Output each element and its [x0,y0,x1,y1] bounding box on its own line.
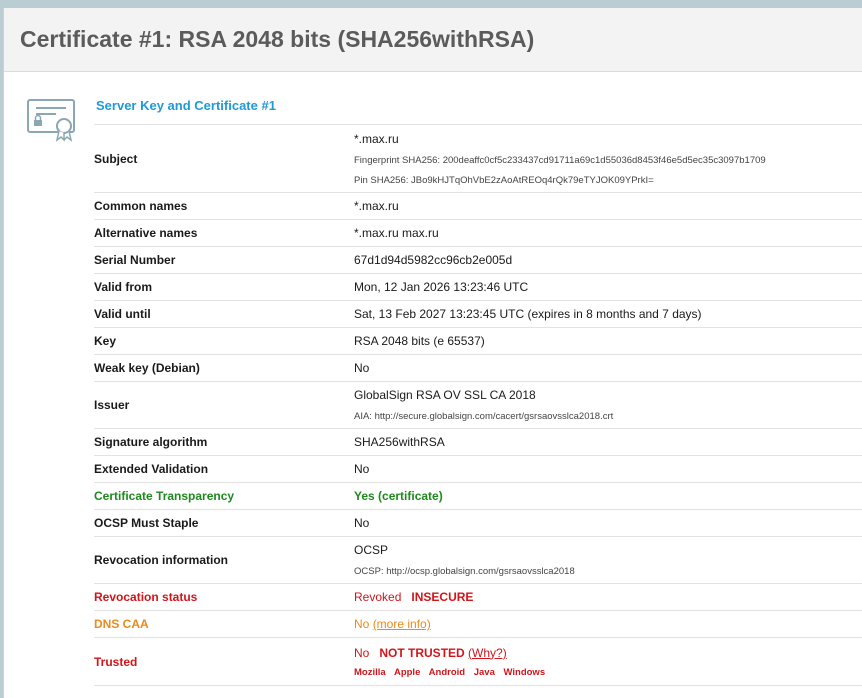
label-signature-algorithm: Signature algorithm [94,428,354,456]
row-alt-names: Alternative names *.max.ru max.ru [94,219,862,247]
value-alt-names: *.max.ru max.ru [354,219,862,247]
subject-fingerprint: Fingerprint SHA256: 200deaffc0cf5c233437… [354,154,766,166]
label-valid-until: Valid until [94,300,354,328]
platform-windows[interactable]: Windows [504,667,546,678]
value-serial: 67d1d94d5982cc96cb2e005d [354,246,862,274]
row-signature-algorithm: Signature algorithm SHA256withRSA [94,428,862,456]
value-weak-key: No [354,354,862,382]
label-revocation-status: Revocation status [94,583,354,611]
page-title: Certificate #1: RSA 2048 bits (SHA256wit… [20,26,535,52]
label-extended-validation: Extended Validation [94,455,354,483]
label-subject: Subject [94,124,354,193]
page-header: Certificate #1: RSA 2048 bits (SHA256wit… [4,8,862,72]
row-trusted: Trusted No NOT TRUSTED (Why?) Mozilla Ap… [94,637,862,686]
subject-pin: Pin SHA256: JBo9kHJTqOhVbE2zAoAtREOq4rQk… [354,174,654,186]
platform-java[interactable]: Java [474,667,495,678]
platform-mozilla[interactable]: Mozilla [354,667,386,678]
row-dns-caa: DNS CAA No (more info) [94,610,862,638]
trust-platforms: Mozilla Apple Android Java Windows [354,667,862,678]
value-valid-from: Mon, 12 Jan 2026 13:23:46 UTC [354,273,862,301]
row-key: Key RSA 2048 bits (e 65537) [94,327,862,355]
issuer-value: GlobalSign RSA OV SSL CA 2018 [354,388,536,402]
revocation-info-ocsp: OCSP: http://ocsp.globalsign.com/gsrsaov… [354,566,575,577]
label-key: Key [94,327,354,355]
row-subject: Subject *.max.ru Fingerprint SHA256: 200… [94,124,862,193]
value-revocation-information: OCSP OCSP: http://ocsp.globalsign.com/gs… [354,536,862,584]
value-common-names: *.max.ru [354,192,862,220]
row-valid-until: Valid until Sat, 13 Feb 2027 13:23:45 UT… [94,300,862,328]
label-valid-from: Valid from [94,273,354,301]
row-revocation-information: Revocation information OCSP OCSP: http:/… [94,536,862,584]
row-ocsp-must-staple: OCSP Must Staple No [94,509,862,537]
label-serial: Serial Number [94,246,354,274]
label-weak-key: Weak key (Debian) [94,354,354,382]
section-title: Server Key and Certificate #1 [96,98,276,113]
value-signature-algorithm: SHA256withRSA [354,428,862,456]
label-certificate-transparency: Certificate Transparency [94,482,354,510]
platform-apple[interactable]: Apple [394,667,420,678]
trusted-value: No [354,645,370,660]
value-subject: *.max.ru Fingerprint SHA256: 200deaffc0c… [354,124,862,193]
label-common-names: Common names [94,192,354,220]
value-revocation-status: Revoked INSECURE [354,583,862,611]
value-key: RSA 2048 bits (e 65537) [354,327,862,355]
revocation-info-value: OCSP [354,543,389,557]
issuer-aia: AIA: http://secure.globalsign.com/cacert… [354,411,614,422]
row-serial: Serial Number 67d1d94d5982cc96cb2e005d [94,246,862,274]
platform-android[interactable]: Android [429,667,465,678]
trusted-why-link[interactable]: (Why?) [468,646,507,660]
dns-caa-more-info-link[interactable]: (more info) [373,617,431,631]
row-certificate-transparency: Certificate Transparency Yes (certificat… [94,482,862,510]
value-issuer: GlobalSign RSA OV SSL CA 2018 AIA: http:… [354,381,862,429]
row-common-names: Common names *.max.ru [94,192,862,220]
label-alt-names: Alternative names [94,219,354,247]
report-frame: Certificate #1: RSA 2048 bits (SHA256wit… [3,8,862,698]
value-certificate-transparency: Yes (certificate) [354,482,862,510]
label-revocation-information: Revocation information [94,536,354,584]
label-trusted: Trusted [94,637,354,686]
row-revocation-status: Revocation status Revoked INSECURE [94,583,862,611]
subject-value: *.max.ru [354,131,399,146]
certificate-details-table: Subject *.max.ru Fingerprint SHA256: 200… [94,124,862,686]
label-dns-caa: DNS CAA [94,610,354,638]
certificate-icon [27,99,75,142]
revocation-status-flag: INSECURE [411,590,474,604]
value-trusted: No NOT TRUSTED (Why?) Mozilla Apple Andr… [354,637,862,686]
dns-caa-value: No [354,617,370,631]
row-weak-key: Weak key (Debian) No [94,354,862,382]
label-issuer: Issuer [94,381,354,429]
value-extended-validation: No [354,455,862,483]
label-ocsp-must-staple: OCSP Must Staple [94,509,354,537]
value-dns-caa: No (more info) [354,610,862,638]
trusted-flag: NOT TRUSTED [379,645,465,660]
value-ocsp-must-staple: No [354,509,862,537]
row-valid-from: Valid from Mon, 12 Jan 2026 13:23:46 UTC [94,273,862,301]
row-extended-validation: Extended Validation No [94,455,862,483]
value-valid-until: Sat, 13 Feb 2027 13:23:45 UTC (expires i… [354,300,862,328]
row-issuer: Issuer GlobalSign RSA OV SSL CA 2018 AIA… [94,381,862,429]
revocation-status-value: Revoked [354,590,402,604]
